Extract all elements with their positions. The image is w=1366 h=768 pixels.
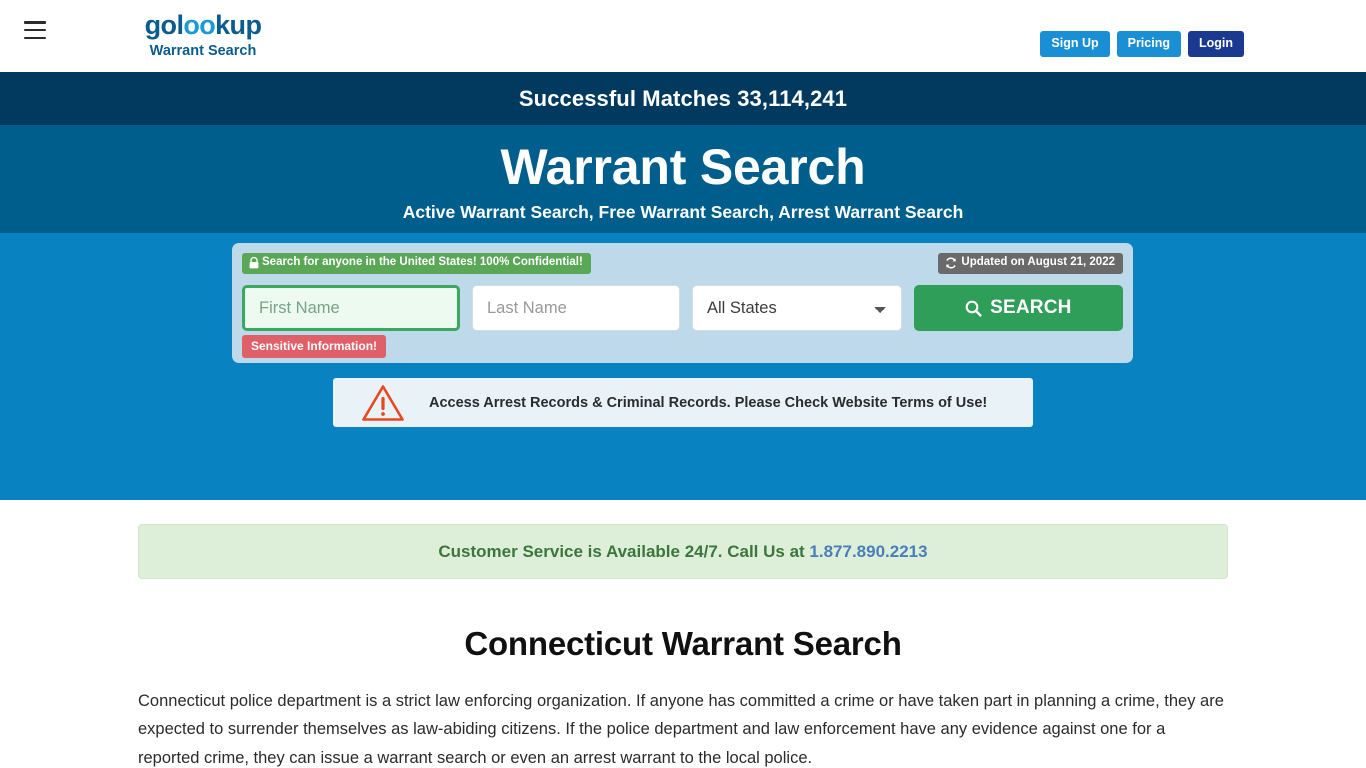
- hamburger-menu-icon[interactable]: [24, 21, 46, 39]
- refresh-icon: [946, 257, 957, 269]
- logo-wordmark: golookup: [136, 12, 270, 39]
- search-button[interactable]: SEARCH: [913, 285, 1123, 331]
- customer-service-text: Customer Service is Available 24/7. Call…: [438, 542, 927, 562]
- site-logo[interactable]: golookup Warrant Search: [136, 12, 270, 59]
- lock-icon: [249, 257, 259, 269]
- terms-notice-text: Access Arrest Records & Criminal Records…: [429, 394, 988, 411]
- terms-notice: Access Arrest Records & Criminal Records…: [333, 378, 1033, 427]
- hamburger-bar: [24, 28, 46, 32]
- hamburger-bar: [24, 36, 46, 39]
- logo-text-pre: gol: [144, 10, 184, 40]
- article-section: Connecticut Warrant Search Connecticut p…: [138, 579, 1228, 768]
- customer-service-phone-link[interactable]: 1.877.890.2213: [809, 542, 927, 561]
- customer-service-box: Customer Service is Available 24/7. Call…: [138, 524, 1228, 579]
- search-form: All States SEARCH: [242, 285, 1123, 331]
- confidential-badge-label: Search for anyone in the United States! …: [262, 256, 583, 269]
- page-title: Warrant Search: [500, 138, 866, 195]
- search-button-label: SEARCH: [990, 297, 1072, 318]
- customer-service-section: Customer Service is Available 24/7. Call…: [0, 500, 1366, 579]
- search-panel: Search for anyone in the United States! …: [232, 243, 1133, 363]
- successful-matches-bar: Successful Matches 33,114,241: [0, 72, 1366, 125]
- confidential-badge: Search for anyone in the United States! …: [242, 253, 591, 274]
- page-subtitle: Active Warrant Search, Free Warrant Sear…: [402, 202, 964, 223]
- search-panel-header: Search for anyone in the United States! …: [242, 253, 1123, 275]
- updated-badge: Updated on August 21, 2022: [938, 253, 1123, 274]
- search-band: Search for anyone in the United States! …: [0, 233, 1366, 500]
- search-icon: [965, 300, 982, 317]
- logo-text-post: kup: [215, 10, 262, 40]
- article-body: Connecticut police department is a stric…: [138, 692, 1224, 767]
- article-title: Connecticut Warrant Search: [464, 625, 902, 662]
- site-header: golookup Warrant Search Sign Up Pricing …: [0, 0, 1366, 72]
- hero-band: Warrant Search Active Warrant Search, Fr…: [0, 125, 1366, 233]
- logo-lens-letters: oo: [183, 10, 216, 40]
- customer-service-label: Customer Service is Available 24/7. Call…: [438, 541, 810, 561]
- updated-badge-label: Updated on August 21, 2022: [961, 256, 1115, 269]
- login-button[interactable]: Login: [1187, 31, 1244, 57]
- header-actions: Sign Up Pricing Login: [1040, 31, 1244, 57]
- successful-matches-text: Successful Matches 33,114,241: [518, 85, 848, 111]
- pricing-button[interactable]: Pricing: [1116, 31, 1181, 57]
- sensitive-information-badge: Sensitive Information!: [242, 335, 387, 358]
- state-select[interactable]: All States: [692, 285, 902, 331]
- sign-up-button[interactable]: Sign Up: [1040, 31, 1110, 57]
- logo-tagline: Warrant Search: [149, 43, 257, 59]
- first-name-input[interactable]: [242, 285, 460, 331]
- hamburger-bar: [24, 21, 46, 24]
- warning-triangle-icon: [362, 384, 404, 421]
- last-name-input[interactable]: [472, 285, 680, 331]
